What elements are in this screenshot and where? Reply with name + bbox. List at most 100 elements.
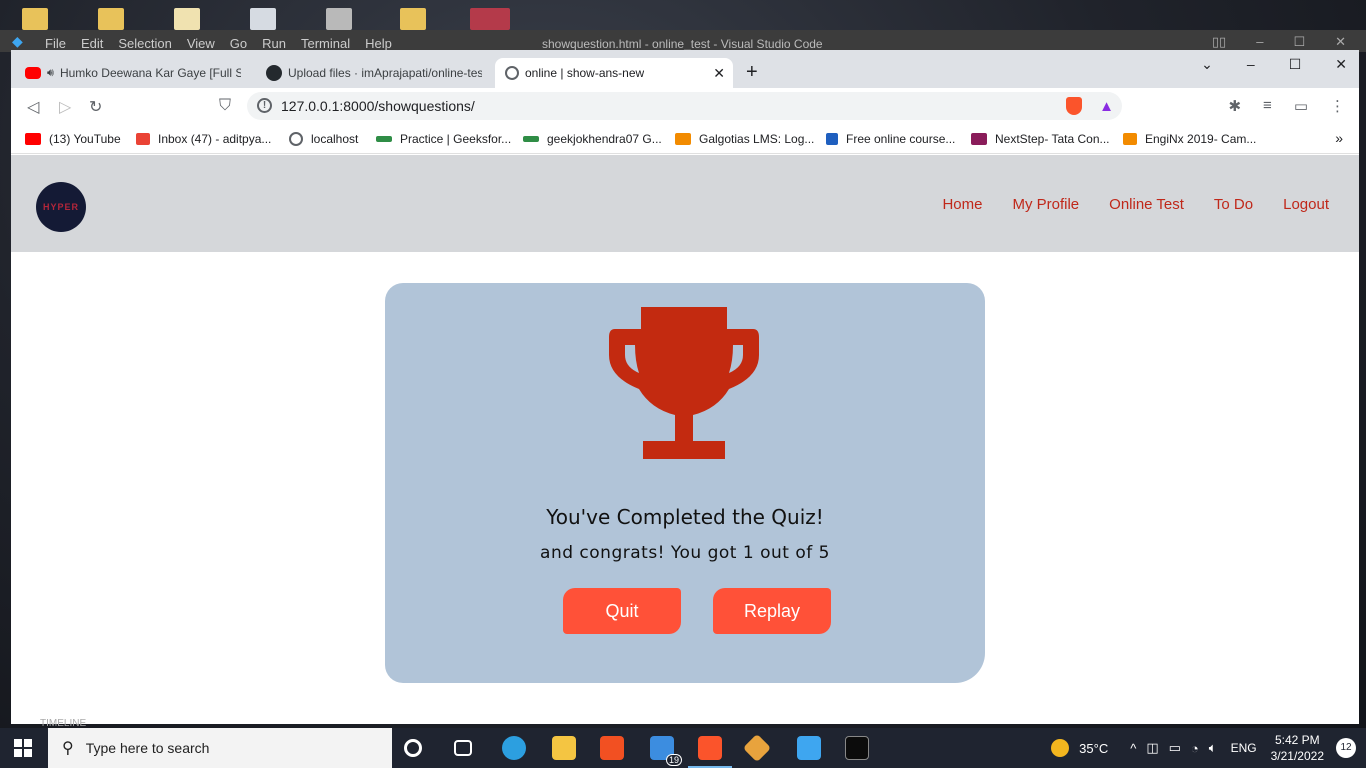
bookmark-label: EngiNx 2019- Cam... bbox=[1145, 132, 1257, 146]
notification-center-icon[interactable]: 12 bbox=[1336, 738, 1356, 758]
wallet-icon[interactable]: ▭ bbox=[1294, 97, 1308, 115]
edge-icon[interactable] bbox=[502, 736, 526, 760]
volume-icon[interactable]: 🔈︎ bbox=[1209, 740, 1217, 756]
task-view-icon[interactable] bbox=[454, 740, 472, 756]
nav-logout-link[interactable]: Logout bbox=[1283, 196, 1329, 213]
geeksforgeeks-icon bbox=[376, 136, 392, 142]
tab-online-show-ans[interactable]: online | show-ans-new ✕ bbox=[495, 58, 733, 88]
terminal-icon[interactable] bbox=[845, 736, 869, 760]
microsoft-store-icon[interactable] bbox=[600, 736, 624, 760]
menu-icon[interactable]: ⋮ bbox=[1330, 97, 1345, 115]
winrar-icon[interactable] bbox=[470, 8, 510, 30]
tcs-icon bbox=[971, 133, 987, 145]
maximize-icon[interactable]: ☐ bbox=[1289, 56, 1302, 73]
maximize-icon[interactable]: ☐ bbox=[1293, 34, 1305, 50]
mail-icon[interactable]: 19 bbox=[650, 736, 682, 766]
menu-file[interactable]: File bbox=[45, 36, 66, 51]
vscode-icon[interactable] bbox=[797, 736, 821, 760]
address-bar[interactable]: ! 127.0.0.1:8000/showquestions/ ▲ bbox=[247, 92, 1122, 120]
taskbar-clock[interactable]: 5:42 PM 3/21/2022 bbox=[1271, 732, 1324, 764]
close-tab-icon[interactable]: ✕ bbox=[713, 65, 725, 82]
bookmark-label: Galgotias LMS: Log... bbox=[699, 132, 815, 146]
brave-rewards-icon[interactable]: ▲ bbox=[1099, 98, 1114, 115]
menu-terminal[interactable]: Terminal bbox=[301, 36, 350, 51]
replay-button[interactable]: Replay bbox=[713, 588, 831, 634]
extensions-icon[interactable]: ✱ bbox=[1228, 97, 1241, 115]
git-icon[interactable] bbox=[742, 733, 772, 763]
minimize-icon[interactable]: – bbox=[1256, 34, 1263, 50]
start-button[interactable] bbox=[14, 739, 32, 757]
bookmark-geekjokhendra[interactable]: geekjokhendra07 G... bbox=[523, 132, 662, 146]
folder-icon[interactable] bbox=[400, 8, 426, 30]
menu-edit[interactable]: Edit bbox=[81, 36, 103, 51]
folder-icon[interactable] bbox=[174, 8, 200, 30]
nav-my-profile-link[interactable]: My Profile bbox=[1012, 196, 1079, 213]
bookmark-nextstep[interactable]: NextStep- Tata Con... bbox=[971, 132, 1110, 146]
system-tray: 35°C ^ ◫ ▭ ◔ 🔈︎ ENG 5:42 PM 3/21/2022 12 bbox=[1051, 728, 1366, 768]
new-tab-button[interactable]: + bbox=[746, 62, 758, 82]
show-hidden-icons-icon[interactable]: ^ bbox=[1130, 741, 1136, 756]
bookmark-youtube[interactable]: (13) YouTube bbox=[25, 132, 121, 146]
nav-online-test-link[interactable]: Online Test bbox=[1109, 196, 1184, 213]
temperature-text[interactable]: 35°C bbox=[1079, 741, 1108, 756]
more-bookmarks-icon[interactable]: » bbox=[1335, 130, 1343, 146]
clock-time: 5:42 PM bbox=[1274, 733, 1320, 747]
vscode-title-bar: ◆ File Edit Selection View Go Run Termin… bbox=[0, 30, 1366, 52]
bookmark-label: Practice | Geeksfor... bbox=[400, 132, 512, 146]
site-logo[interactable]: HYPER bbox=[36, 182, 86, 232]
browser-window: 🔊︎ Humko Deewana Kar Gaye [Full So Uploa… bbox=[11, 50, 1359, 724]
geeksforgeeks-icon bbox=[523, 136, 539, 142]
tab-github[interactable]: Upload files · imAprajapati/online-test bbox=[256, 58, 492, 88]
menu-help[interactable]: Help bbox=[365, 36, 392, 51]
trophy-icon bbox=[609, 307, 759, 459]
weather-icon[interactable] bbox=[1051, 739, 1070, 757]
url-text[interactable]: 127.0.0.1:8000/showquestions/ bbox=[281, 98, 475, 114]
brave-browser-icon[interactable] bbox=[688, 736, 732, 768]
site-info-icon[interactable]: ! bbox=[257, 98, 272, 113]
taskbar-search-box[interactable]: ⚲ Type here to search bbox=[48, 728, 392, 768]
bookmark-geeksforgeeks[interactable]: Practice | Geeksfor... bbox=[376, 132, 511, 146]
bookmark-galgotias-lms[interactable]: Galgotias LMS: Log... bbox=[675, 132, 814, 146]
nav-home-link[interactable]: Home bbox=[942, 196, 982, 213]
nav-todo-link[interactable]: To Do bbox=[1214, 196, 1253, 213]
language-indicator[interactable]: ENG bbox=[1231, 741, 1257, 755]
menu-go[interactable]: Go bbox=[230, 36, 247, 51]
quit-button[interactable]: Quit bbox=[563, 588, 681, 634]
minimize-icon[interactable]: – bbox=[1247, 56, 1255, 73]
folder-icon[interactable] bbox=[22, 8, 48, 30]
menu-selection[interactable]: Selection bbox=[118, 36, 171, 51]
tab-youtube[interactable]: 🔊︎ Humko Deewana Kar Gaye [Full So bbox=[15, 58, 251, 88]
forward-icon[interactable]: ▷ bbox=[59, 97, 71, 117]
search-placeholder: Type here to search bbox=[85, 740, 210, 756]
file-explorer-icon[interactable] bbox=[552, 736, 576, 760]
tab-search-icon[interactable]: ⌄ bbox=[1201, 56, 1213, 73]
layout-icon[interactable]: ▯▯ bbox=[1212, 34, 1226, 50]
back-icon[interactable]: ◁ bbox=[27, 97, 39, 117]
menu-view[interactable]: View bbox=[187, 36, 215, 51]
bookmark-localhost[interactable]: localhost bbox=[289, 132, 358, 146]
playlist-icon[interactable]: ≡ bbox=[1263, 97, 1272, 115]
youtube-icon bbox=[25, 133, 41, 145]
menu-run[interactable]: Run bbox=[262, 36, 286, 51]
reload-icon[interactable]: ↻ bbox=[89, 97, 102, 117]
folder-icon[interactable] bbox=[98, 8, 124, 30]
speaker-icon[interactable]: 🔊︎ bbox=[47, 67, 54, 80]
bookmark-icon[interactable]: ⛉ bbox=[219, 97, 231, 115]
close-icon[interactable]: ✕ bbox=[1335, 34, 1346, 50]
bookmark-gmail[interactable]: Inbox (47) - aditpya... bbox=[136, 132, 271, 146]
image-file-icon[interactable] bbox=[326, 8, 352, 30]
wifi-icon[interactable]: ◔ bbox=[1191, 741, 1199, 756]
bookmark-enginx[interactable]: EngiNx 2019- Cam... bbox=[1123, 132, 1256, 146]
vscode-logo-icon: ◆ bbox=[12, 33, 23, 49]
brave-shield-icon[interactable] bbox=[1066, 97, 1082, 115]
chrome-shortcut-icon[interactable] bbox=[250, 8, 276, 30]
bookmark-label: NextStep- Tata Con... bbox=[995, 132, 1110, 146]
close-icon[interactable]: ✕ bbox=[1335, 56, 1347, 73]
windows-taskbar: ⚲ Type here to search 19 35°C ^ ◫ ▭ ◔ 🔈︎… bbox=[0, 728, 1366, 768]
bookmark-free-online-course[interactable]: Free online course... bbox=[826, 132, 955, 146]
cortana-icon[interactable] bbox=[404, 739, 422, 757]
gmail-icon bbox=[136, 133, 150, 145]
score-text: and congrats! You got 1 out of 5 bbox=[540, 543, 830, 563]
battery-icon[interactable]: ▭ bbox=[1169, 740, 1181, 756]
meet-now-icon[interactable]: ◫ bbox=[1146, 740, 1158, 756]
